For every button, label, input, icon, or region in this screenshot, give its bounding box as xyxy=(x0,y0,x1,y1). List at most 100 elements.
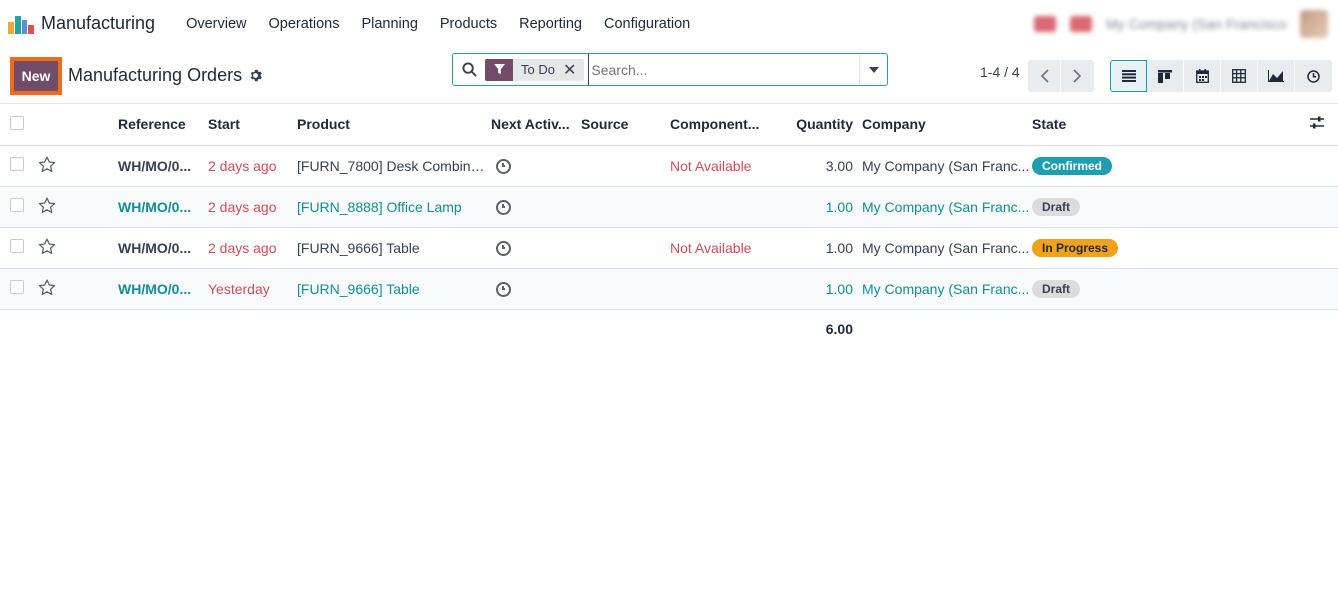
control-panel: New Manufacturing Orders To Do ✕ 1-4 / 4 xyxy=(0,48,1338,104)
search-input[interactable] xyxy=(588,54,859,85)
quantity-cell[interactable]: 3.00 xyxy=(780,145,862,187)
next-activity-cell[interactable] xyxy=(491,145,581,187)
chevron-left-icon[interactable] xyxy=(1028,60,1061,92)
menu-reporting[interactable]: Reporting xyxy=(519,16,582,32)
row-checkbox-cell[interactable] xyxy=(0,186,38,228)
next-activity-cell[interactable] xyxy=(491,268,581,310)
activity-view-icon[interactable] xyxy=(1295,60,1332,92)
chevron-right-icon[interactable] xyxy=(1061,60,1094,92)
manufacturing-app-icon[interactable] xyxy=(8,14,34,34)
source-cell xyxy=(581,227,670,269)
select-all-checkbox-cell[interactable] xyxy=(0,104,38,146)
quantity-cell[interactable]: 1.00 xyxy=(780,268,862,310)
star-icon[interactable] xyxy=(38,145,118,187)
totals-row: 6.00 xyxy=(0,309,1338,349)
graph-view-icon[interactable] xyxy=(1258,60,1295,92)
company-cell[interactable]: My Company (San Franc... xyxy=(862,268,1032,310)
header-product[interactable]: Product xyxy=(297,104,491,146)
new-button-highlight: New xyxy=(10,56,62,95)
user-avatar[interactable] xyxy=(1300,9,1328,38)
row-checkbox[interactable] xyxy=(10,280,24,294)
product-cell[interactable]: [FURN_9666] Table xyxy=(297,268,491,310)
kanban-view-icon[interactable] xyxy=(1147,60,1184,92)
table-row[interactable]: WH/MO/0... 2 days ago [FURN_7800] Desk C… xyxy=(0,145,1338,187)
clock-icon[interactable] xyxy=(496,158,511,174)
quantity-cell[interactable]: 1.00 xyxy=(780,227,862,269)
menu-overview[interactable]: Overview xyxy=(186,16,246,32)
view-switcher xyxy=(1110,60,1332,92)
product-label: [FURN_9666] Table xyxy=(297,240,420,257)
row-checkbox-cell[interactable] xyxy=(0,227,38,269)
company-cell[interactable]: My Company (San Franc... xyxy=(862,186,1032,228)
gear-icon[interactable] xyxy=(249,69,262,82)
next-activity-cell[interactable] xyxy=(491,186,581,228)
total-quantity: 6.00 xyxy=(780,309,862,349)
header-state[interactable]: State xyxy=(1032,104,1263,146)
start-cell[interactable]: 2 days ago xyxy=(208,227,297,269)
menu-planning[interactable]: Planning xyxy=(361,16,417,32)
menu-configuration[interactable]: Configuration xyxy=(604,16,690,32)
status-badge: Draft xyxy=(1032,197,1081,216)
pager-value[interactable]: 1-4 / 4 xyxy=(980,64,1020,80)
star-icon[interactable] xyxy=(38,268,118,310)
start-cell[interactable]: 2 days ago xyxy=(208,145,297,187)
row-checkbox-cell[interactable] xyxy=(0,145,38,187)
product-cell[interactable]: [FURN_8888] Office Lamp xyxy=(297,186,491,228)
company-cell[interactable]: My Company (San Franc... xyxy=(862,145,1032,187)
row-checkbox[interactable] xyxy=(10,157,24,171)
clock-icon[interactable] xyxy=(496,199,511,215)
table-row[interactable]: WH/MO/0... 2 days ago [FURN_8888] Office… xyxy=(0,186,1338,228)
clock-icon[interactable] xyxy=(496,240,511,256)
table-row[interactable]: WH/MO/0... Yesterday [FURN_9666] Table 1… xyxy=(0,268,1338,310)
activities-icon[interactable] xyxy=(1070,15,1092,32)
reference-cell[interactable]: WH/MO/0... xyxy=(118,240,191,256)
product-cell[interactable]: [FURN_9666] Table xyxy=(297,227,491,269)
start-cell[interactable]: Yesterday xyxy=(208,268,297,310)
new-button[interactable]: New xyxy=(14,60,58,91)
top-navbar: Manufacturing Overview Operations Planni… xyxy=(0,0,1338,48)
star-icon[interactable] xyxy=(38,186,118,228)
row-spacer xyxy=(1262,186,1338,228)
header-reference[interactable]: Reference xyxy=(118,104,208,146)
app-name[interactable]: Manufacturing xyxy=(41,13,155,34)
product-cell[interactable]: [FURN_7800] Desk Combina... xyxy=(297,145,491,187)
search-facet: To Do ✕ xyxy=(485,58,585,81)
header-company[interactable]: Company xyxy=(862,104,1032,146)
next-activity-cell[interactable] xyxy=(491,227,581,269)
reference-cell[interactable]: WH/MO/0... xyxy=(118,199,191,215)
row-checkbox[interactable] xyxy=(10,198,24,212)
close-icon[interactable]: ✕ xyxy=(563,60,584,80)
header-next-activity[interactable]: Next Activ... xyxy=(491,104,581,146)
row-checkbox-cell[interactable] xyxy=(0,268,38,310)
quantity-cell[interactable]: 1.00 xyxy=(780,186,862,228)
components-cell: Not Available xyxy=(670,145,780,187)
state-cell: Draft xyxy=(1032,268,1263,310)
status-badge: Confirmed xyxy=(1032,156,1112,175)
company-switcher[interactable]: My Company (San Francisco) xyxy=(1106,16,1286,32)
start-cell[interactable]: 2 days ago xyxy=(208,186,297,228)
header-components[interactable]: Component... xyxy=(670,104,780,146)
reference-cell[interactable]: WH/MO/0... xyxy=(118,281,191,297)
pivot-view-icon[interactable] xyxy=(1221,60,1258,92)
messages-icon[interactable] xyxy=(1034,15,1056,32)
table-row[interactable]: WH/MO/0... 2 days ago [FURN_9666] Table … xyxy=(0,227,1338,269)
orders-table: Reference Start Product Next Activ... So… xyxy=(0,104,1338,349)
search-icon[interactable] xyxy=(453,62,485,77)
select-all-checkbox[interactable] xyxy=(10,115,24,130)
state-cell: In Progress xyxy=(1032,227,1263,269)
menu-products[interactable]: Products xyxy=(440,16,497,32)
list-view-icon[interactable] xyxy=(1110,60,1147,92)
calendar-view-icon[interactable] xyxy=(1184,60,1221,92)
row-checkbox[interactable] xyxy=(10,239,24,253)
header-quantity[interactable]: Quantity xyxy=(780,104,862,146)
star-icon[interactable] xyxy=(38,227,118,269)
page-title: Manufacturing Orders xyxy=(68,65,243,85)
optional-columns-icon[interactable] xyxy=(1262,104,1338,146)
clock-icon[interactable] xyxy=(496,281,511,297)
header-source[interactable]: Source xyxy=(581,104,670,146)
header-start[interactable]: Start xyxy=(208,104,297,146)
menu-operations[interactable]: Operations xyxy=(269,16,340,32)
chevron-down-icon[interactable] xyxy=(859,54,887,85)
reference-cell[interactable]: WH/MO/0... xyxy=(118,158,191,174)
company-cell[interactable]: My Company (San Franc... xyxy=(862,227,1032,269)
